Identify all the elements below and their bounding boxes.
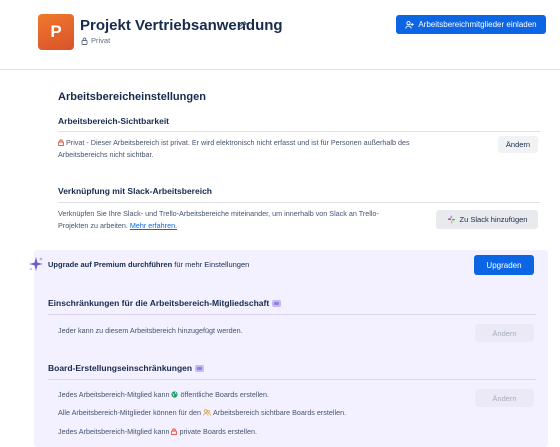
upgrade-rest-text: für mehr Einstellungen	[172, 260, 250, 269]
lock-icon	[58, 139, 64, 146]
add-person-icon	[405, 20, 415, 29]
learn-more-link[interactable]: Mehr erfahren.	[130, 221, 177, 230]
divider	[48, 379, 536, 380]
membership-description: Jeder kann zu diesem Arbeitsbereich hinz…	[58, 326, 243, 335]
public-rule-post: öffentliche Boards erstellen.	[180, 390, 270, 399]
slack-desc-line2: Projekten zu arbeiten.	[58, 221, 128, 230]
workspace-header: P Projekt Vertriebsanwendung Privat Arbe…	[0, 0, 560, 70]
workspace-title: Projekt Vertriebsanwendung	[80, 17, 283, 34]
public-rule-pre: Jedes Arbeitsbereich-Mitglied kann	[58, 390, 170, 399]
lock-icon	[81, 37, 88, 45]
workspace-rule-post: Arbeitsbereich sichtbare Boards erstelle…	[213, 408, 347, 417]
slack-description: Verknüpfen Sie Ihre Slack- und Trello-Ar…	[58, 208, 438, 232]
change-label: Ändern	[505, 140, 531, 149]
settings-title: Arbeitsbereicheinstellungen	[58, 91, 206, 103]
privacy-indicator: Privat	[81, 36, 110, 45]
private-rule-pre: Jedes Arbeitsbereich-Mitglied kann	[58, 427, 170, 436]
upgrade-bold-text: Upgrade auf Premium durchführen	[48, 260, 173, 269]
slack-title: Verknüpfung mit Slack-Arbeitsbereich	[58, 186, 212, 196]
workspace-rule-pre: Alle Arbeitsbereich-Mitglieder können fü…	[58, 408, 202, 417]
visibility-description: Privat - Dieser Arbeitsbereich ist priva…	[58, 137, 488, 161]
upgrade-button[interactable]: Upgraden	[474, 255, 534, 275]
premium-panel	[34, 250, 548, 447]
board-creation-title-text: Board-Erstellungseinschränkungen	[48, 363, 193, 373]
add-to-slack-label: Zu Slack hinzufügen	[459, 215, 528, 224]
premium-badge-icon	[195, 364, 205, 372]
public-boards-rule: Jedes Arbeitsbereich-Mitglied kann öffen…	[58, 390, 269, 399]
premium-badge-icon	[272, 299, 282, 307]
add-to-slack-button[interactable]: Zu Slack hinzufügen	[436, 210, 538, 229]
pencil-icon[interactable]	[237, 19, 247, 31]
divider	[48, 314, 536, 315]
upgrade-prompt: Upgrade auf Premium durchführen für mehr…	[48, 260, 249, 269]
slack-icon	[447, 215, 455, 224]
membership-change-button[interactable]: Ändern	[475, 324, 534, 342]
invite-button-label: Arbeitsbereichmitglieder einladen	[418, 20, 537, 29]
visibility-desc-line2: Arbeitsbereichs nicht sichtbar.	[58, 150, 154, 159]
slack-desc-line1: Verknüpfen Sie Ihre Slack- und Trello-Ar…	[58, 209, 379, 218]
globe-icon	[171, 391, 179, 398]
membership-title-text: Einschränkungen für die Arbeitsbereich-M…	[48, 298, 270, 308]
private-boards-rule: Jedes Arbeitsbereich-Mitglied kann priva…	[58, 427, 257, 436]
workspace-boards-rule: Alle Arbeitsbereich-Mitglieder können fü…	[58, 408, 346, 417]
board-creation-title: Board-Erstellungseinschränkungen	[48, 363, 205, 373]
divider	[58, 131, 540, 132]
membership-restrictions-title: Einschränkungen für die Arbeitsbereich-M…	[48, 298, 282, 308]
workspace-logo: P	[38, 14, 74, 50]
visibility-title: Arbeitsbereich-Sichtbarkeit	[58, 116, 170, 126]
people-icon	[203, 409, 211, 416]
divider	[58, 202, 540, 203]
visibility-desc-line1: Privat - Dieser Arbeitsbereich ist priva…	[66, 138, 410, 147]
private-rule-post: private Boards erstellen.	[179, 427, 257, 436]
sparkle-icon	[29, 257, 43, 271]
board-creation-change-button[interactable]: Ändern	[475, 389, 534, 407]
privacy-label: Privat	[91, 36, 111, 45]
invite-members-button[interactable]: Arbeitsbereichmitglieder einladen	[396, 15, 546, 34]
visibility-change-button[interactable]: Ändern	[498, 136, 538, 153]
lock-icon	[171, 428, 178, 435]
